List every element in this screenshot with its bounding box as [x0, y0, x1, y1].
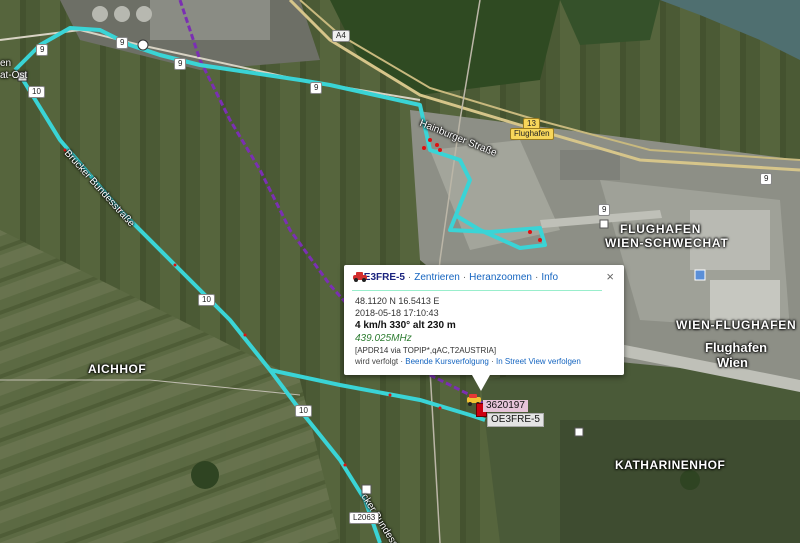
close-icon[interactable]: ×: [606, 269, 614, 284]
popup-header: OE3FRE-5 · Zentrieren · Heranzoomen · In…: [352, 272, 558, 283]
car-icon: [353, 272, 367, 282]
zoom-in-link[interactable]: Heranzoomen: [469, 272, 532, 283]
road-shield-a4: A4: [332, 30, 350, 42]
road-shield-10: 10: [198, 294, 215, 306]
stop-tracking-link[interactable]: Beende Kursverfolgung: [405, 357, 489, 366]
place-label-wien-schwechat: WIEN-SCHWECHAT: [605, 236, 729, 250]
popup-motion: 4 km/h 330° alt 230 m: [355, 320, 456, 331]
popup-frequency: 439.025MHz: [355, 333, 412, 344]
place-label-wien-flughafen: WIEN-FLUGHAFEN: [676, 318, 797, 332]
place-label-flughafen-wien-1: Flughafen: [705, 340, 768, 355]
road-shield-9: 9: [760, 173, 773, 185]
center-link[interactable]: Zentrieren: [414, 272, 460, 283]
road-shield-9: 9: [310, 82, 323, 94]
road-shield-10: 10: [28, 86, 45, 98]
road-shield-9: 9: [36, 44, 49, 56]
ssid-tag[interactable]: 3620197: [483, 400, 528, 412]
place-label-flughafen: FLUGHAFEN: [620, 222, 702, 236]
road-shield-9: 9: [598, 204, 611, 216]
follow-status: wird verfolgt ·: [355, 357, 404, 366]
popup-coordinates: 48.1120 N 16.5413 E: [355, 296, 440, 306]
place-label-edge-1: en: [0, 58, 12, 69]
callsign-tag[interactable]: OE3FRE-5: [487, 413, 544, 427]
road-shield-flughafen: Flughafen: [510, 128, 554, 140]
road-shield-9: 9: [174, 58, 187, 70]
popup-divider: [352, 290, 602, 291]
station-info-popup: OE3FRE-5 · Zentrieren · Heranzoomen · In…: [344, 265, 624, 391]
popup-timestamp: 2018-05-18 17:10:43: [355, 308, 439, 318]
popup-follow-row: wird verfolgt · Beende Kursverfolgung · …: [355, 357, 581, 366]
road-shield-10: 10: [295, 405, 312, 417]
place-label-flughafen-wien-2: Wien: [717, 355, 748, 370]
follow-separator: ·: [491, 357, 494, 366]
map-canvas[interactable]: AICHHOF KATHARINENHOF FLUGHAFEN WIEN-SCH…: [0, 0, 800, 543]
street-view-link[interactable]: In Street View verfolgen: [496, 357, 581, 366]
place-label-aichhof: AICHHOF: [88, 362, 147, 376]
popup-path: [APDR14 via TOPIP*,qAC,T2AUSTRIA]: [355, 346, 497, 355]
road-shield-l2063: L2063: [349, 512, 380, 524]
info-link[interactable]: Info: [541, 272, 558, 283]
place-label-edge-2: at-Ost: [0, 70, 28, 81]
road-shield-9: 9: [116, 37, 129, 49]
place-label-katharinenhof: KATHARINENHOF: [615, 458, 726, 472]
